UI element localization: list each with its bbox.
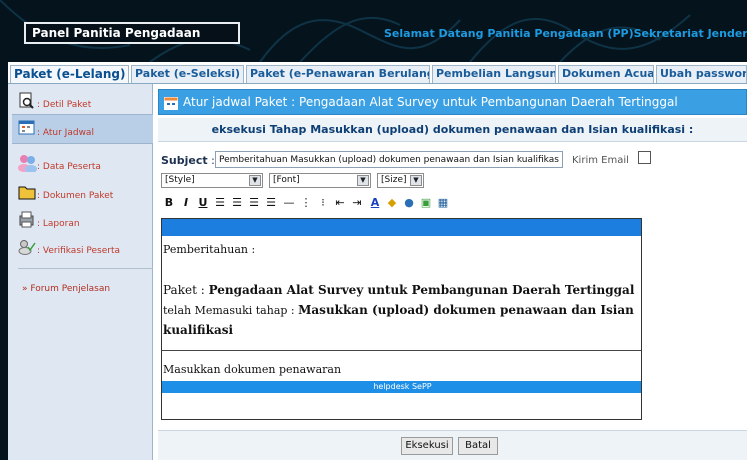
outdent-icon[interactable]: ⇤ <box>332 194 348 212</box>
report-icon <box>18 211 36 229</box>
sidebar-item-label: : Laporan <box>37 219 80 229</box>
chevron-down-icon: ▼ <box>249 175 261 186</box>
subject-label-separator: : <box>207 154 215 167</box>
editor-header-bar <box>162 219 641 236</box>
editor-line-tahap-cont: kualifikasi <box>163 323 233 337</box>
table-icon[interactable]: ▦ <box>435 194 451 212</box>
chevron-down-icon: ▼ <box>357 175 369 186</box>
message-editor[interactable]: Pemberitahuan : Paket : Pengadaan Alat S… <box>161 218 642 420</box>
welcome-text: Selamat Datang Panitia Pengadaan (PP)Sek… <box>384 27 747 40</box>
subject-input[interactable] <box>215 151 563 168</box>
batal-button[interactable]: Batal <box>458 437 498 455</box>
italic-icon[interactable]: I <box>178 194 194 212</box>
subject-label-text: Subject <box>161 154 208 167</box>
folder-icon <box>18 183 36 201</box>
kirim-email-checkbox[interactable] <box>638 151 651 164</box>
left-frame-border <box>0 62 8 460</box>
sidebar-item-atur-jadwal[interactable]: : Atur Jadwal <box>12 114 153 144</box>
sidebar-item-verifikasi-peserta[interactable]: : Verifikasi Peserta <box>18 238 153 260</box>
sidebar-item-label: : Detil Paket <box>37 100 92 110</box>
editor-toolbar: B I U ☰ ☰ ☰ ☰ — ⋮ ⁝ ⇤ ⇥ A ◆ ● ▣ ▦ <box>161 194 551 214</box>
editor-line-paket: Paket : Pengadaan Alat Survey untuk Pemb… <box>163 283 634 297</box>
subject-label: Subject : <box>161 154 215 167</box>
highlight-icon[interactable]: ◆ <box>384 194 400 212</box>
align-justify-icon[interactable]: ☰ <box>263 194 279 212</box>
page-title: Atur jadwal Paket : Pengadaan Alat Surve… <box>183 95 678 109</box>
tab-pembelian-langsung[interactable]: Pembelian Langsung <box>432 65 556 83</box>
paket-prefix: Paket : <box>163 283 209 297</box>
style-select-value: [Style] <box>165 175 195 185</box>
align-right-icon[interactable]: ☰ <box>246 194 262 212</box>
font-select[interactable]: [Font] ▼ <box>269 173 371 188</box>
tab-paket-e-seleksi[interactable]: Paket (e-Seleksi) <box>131 65 244 83</box>
page-header: Panel Panitia Pengadaan Selamat Datang P… <box>0 0 747 62</box>
numbered-list-icon[interactable]: ⋮ <box>298 194 314 212</box>
calendar-icon <box>164 95 178 110</box>
size-select-value: [Size] <box>381 175 407 185</box>
font-select-value: [Font] <box>273 175 300 185</box>
sidebar-item-dokumen-paket[interactable]: : Dokumen Paket <box>18 183 153 205</box>
sidebar-item-label: : Verifikasi Peserta <box>37 246 120 256</box>
tahap-name-2: kualifikasi <box>163 323 234 337</box>
editor-second-line: Masukkan dokumen penawaran <box>163 363 342 376</box>
sidebar-item-label: : Atur Jadwal <box>37 128 94 138</box>
tab-paket-e-penawaran-berulang[interactable]: Paket (e-Penawaran Berulang) <box>246 65 430 83</box>
tahap-prefix: telah Memasuki tahap : <box>163 304 299 317</box>
calendar-icon <box>18 119 36 137</box>
editor-line-pemberitahuan: Pemberitahuan : <box>163 243 256 256</box>
font-color-icon[interactable]: A <box>367 194 383 212</box>
image-icon[interactable]: ▣ <box>418 194 434 212</box>
editor-line-tahap: telah Memasuki tahap : Masukkan (upload)… <box>163 303 634 317</box>
tab-dokumen-acuan[interactable]: Dokumen Acuan <box>558 65 654 83</box>
stage-subheading: eksekusi Tahap Masukkan (upload) dokumen… <box>158 118 747 142</box>
chevron-down-icon: ▼ <box>410 175 422 186</box>
page-title-bar: Atur jadwal Paket : Pengadaan Alat Surve… <box>158 89 747 115</box>
bold-icon[interactable]: B <box>161 194 177 212</box>
eksekusi-button[interactable]: Eksekusi <box>401 437 453 455</box>
tab-ubah-password[interactable]: Ubah password <box>656 65 747 83</box>
helpdesk-bar: helpdesk SePP <box>162 381 641 393</box>
size-select[interactable]: [Size] ▼ <box>377 173 424 188</box>
sidebar-item-data-peserta[interactable]: : Data Peserta <box>18 154 153 176</box>
sidebar-item-laporan[interactable]: : Laporan <box>18 211 153 233</box>
users-icon <box>18 154 37 173</box>
main-content: Atur jadwal Paket : Pengadaan Alat Surve… <box>153 84 747 460</box>
forum-penjelasan-link[interactable]: » Forum Penjelasan <box>22 284 110 294</box>
bullet-list-icon[interactable]: ⁝ <box>315 194 331 212</box>
indent-icon[interactable]: ⇥ <box>349 194 365 212</box>
sidebar-item-label: : Data Peserta <box>37 162 101 172</box>
main-tabs: Paket (e-Lelang) Paket (e-Seleksi) Paket… <box>8 62 747 84</box>
tahap-name-1: Masukkan (upload) dokumen penawaan dan I… <box>298 303 634 317</box>
align-left-icon[interactable]: ☰ <box>212 194 228 212</box>
align-center-icon[interactable]: ☰ <box>229 194 245 212</box>
sidebar-divider <box>18 268 153 269</box>
paket-name: Pengadaan Alat Survey untuk Pembangunan … <box>208 283 635 297</box>
editor-divider <box>162 350 641 351</box>
style-select[interactable]: [Style] ▼ <box>161 173 263 188</box>
panel-title: Panel Panitia Pengadaan <box>24 22 240 44</box>
kirim-email-label: Kirim Email <box>572 155 629 166</box>
sidebar-item-label: : Dokumen Paket <box>37 191 114 201</box>
tab-paket-e-lelang[interactable]: Paket (e-Lelang) <box>10 65 129 83</box>
underline-icon[interactable]: U <box>195 194 211 212</box>
search-document-icon <box>18 92 36 110</box>
horizontal-rule-icon[interactable]: — <box>281 194 297 212</box>
action-bar: Eksekusi Batal <box>158 430 747 460</box>
verify-icon <box>18 238 36 256</box>
sidebar: : Detil Paket : Atur Jadwal : Data Peser… <box>8 84 153 460</box>
link-icon[interactable]: ● <box>401 194 417 212</box>
sidebar-item-detil-paket[interactable]: : Detil Paket <box>18 92 153 114</box>
